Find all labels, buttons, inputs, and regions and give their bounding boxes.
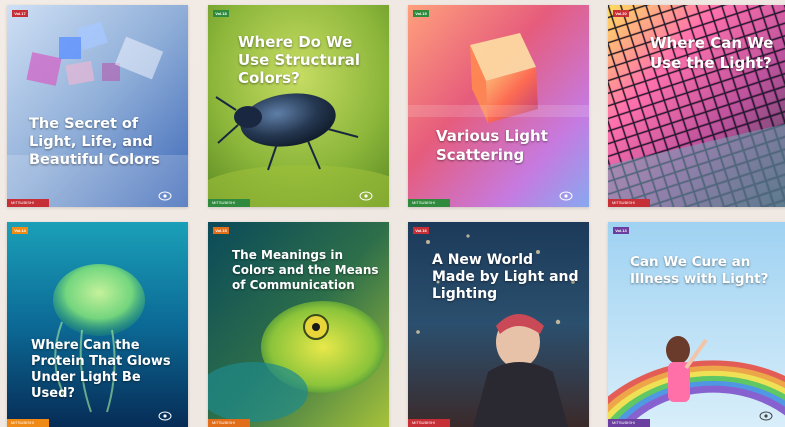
booklet-card-use-the-light[interactable]: Vol.20 Where Can We Use the Light? MITSU… (608, 5, 785, 207)
publisher-footer: MITSUBISHI CHEMICAL (208, 419, 250, 427)
company-logo-icon (158, 188, 172, 201)
booklet-grid: Vol.17 The Secret of Light, Life, and Be… (0, 0, 785, 427)
booklet-card-light-scattering[interactable]: Vol.19 Various Light Scattering MITSUBIS… (408, 5, 589, 207)
publisher-footer: MITSUBISHI CHEMICAL (7, 419, 49, 427)
volume-tag: Vol.13 (613, 227, 629, 234)
company-logo-icon (559, 188, 573, 201)
volume-tag: Vol.14 (12, 227, 28, 234)
volume-tag: Vol.20 (613, 10, 629, 17)
cover-art (7, 5, 188, 207)
booklet-card-meanings-in-colors[interactable]: Vol.15 The Meanings in Colors and the Me… (208, 222, 389, 427)
booklet-title: Can We Cure an Illness with Light? (630, 254, 769, 287)
volume-tag: Vol.19 (413, 10, 429, 17)
cover-art (608, 222, 785, 427)
publisher-footer: MITSUBISHI CHEMICAL (7, 199, 49, 207)
booklet-title: Where Do We Use Structural Colors? (238, 33, 360, 87)
booklet-card-new-world-lighting[interactable]: Vol.16 A New World Made by Light and Lig… (408, 222, 589, 427)
publisher-footer: MITSUBISHI CHEMICAL (408, 419, 450, 427)
cover-art (408, 5, 589, 207)
publisher-footer: MITSUBISHI CHEMICAL (208, 199, 250, 207)
volume-tag: Vol.18 (213, 10, 229, 17)
booklet-title: A New World Made by Light and Lighting (432, 252, 579, 302)
booklet-title: The Meanings in Colors and the Means of … (232, 248, 379, 292)
volume-tag: Vol.16 (413, 227, 429, 234)
booklet-title: Where Can We Use the Light? (650, 34, 774, 72)
booklet-title: Various Light Scattering (436, 127, 548, 164)
booklet-card-glowing-protein[interactable]: Vol.14 Where Can the Protein That Glows … (7, 222, 188, 427)
booklet-card-structural-colors[interactable]: Vol.18 Where Do We Use Structural Colors… (208, 5, 389, 207)
publisher-footer: MITSUBISHI CHEMICAL (608, 419, 650, 427)
company-logo-icon (158, 408, 172, 421)
booklet-title: The Secret of Light, Life, and Beautiful… (29, 116, 160, 168)
booklet-card-light-life-colors[interactable]: Vol.17 The Secret of Light, Life, and Be… (7, 5, 188, 207)
booklet-card-cure-illness-light[interactable]: Vol.13 Can We Cure an Illness with Light… (608, 222, 785, 427)
publisher-footer: MITSUBISHI CHEMICAL (408, 199, 450, 207)
publisher-footer: MITSUBISHI CHEMICAL (608, 199, 650, 207)
volume-tag: Vol.15 (213, 227, 229, 234)
company-logo-icon (359, 188, 373, 201)
company-logo-icon (759, 408, 773, 421)
booklet-title: Where Can the Protein That Glows Under L… (31, 338, 171, 401)
volume-tag: Vol.17 (12, 10, 28, 17)
